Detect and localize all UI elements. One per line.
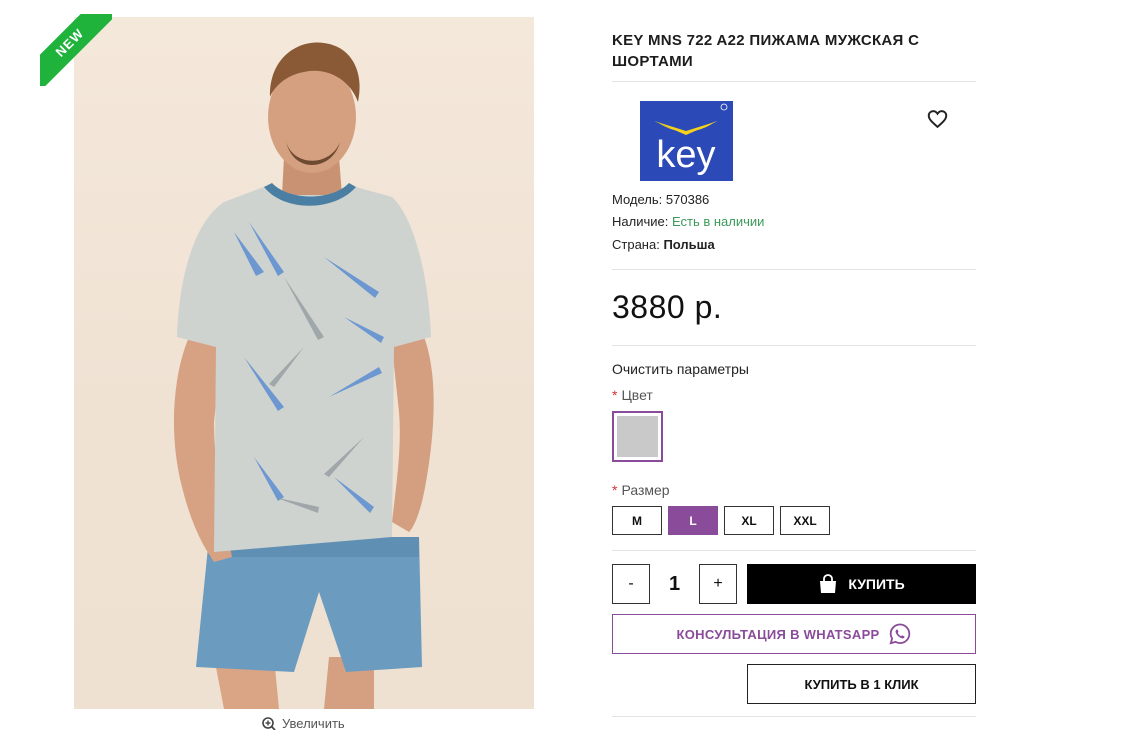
add-to-favorites-button[interactable]: [927, 109, 948, 129]
zoom-link[interactable]: Увеличить: [262, 716, 345, 730]
color-label: * Цвет: [612, 387, 653, 403]
heart-icon: [927, 110, 948, 129]
shopping-bag-icon: [820, 574, 837, 593]
color-swatch-fill: [617, 416, 658, 457]
quantity-input[interactable]: 1: [650, 564, 699, 604]
divider: [612, 269, 976, 270]
model-row: Модель: 570386: [612, 192, 709, 207]
size-label-text: Размер: [621, 482, 670, 498]
product-photo-illustration: [173, 42, 434, 709]
country-value: Польша: [663, 237, 715, 252]
brand-logo[interactable]: key: [640, 101, 733, 181]
product-image[interactable]: [74, 17, 534, 709]
country-row: Страна: Польша: [612, 237, 715, 252]
model-label: Модель:: [612, 192, 663, 207]
size-option-l[interactable]: L: [668, 506, 718, 535]
brand-logo-graphic: key: [654, 103, 728, 176]
divider: [612, 345, 976, 346]
color-label-text: Цвет: [621, 387, 653, 403]
availability-row: Наличие: Есть в наличии: [612, 214, 764, 229]
availability-value: Есть в наличии: [671, 214, 765, 229]
quantity-stepper: - 1 +: [612, 564, 737, 604]
zoom-in-icon: [262, 716, 276, 730]
divider: [612, 81, 976, 82]
product-price: 3880 р.: [612, 289, 723, 325]
size-label: * Размер: [612, 482, 670, 498]
required-mark: *: [612, 387, 618, 403]
whatsapp-consult-button[interactable]: КОНСУЛЬТАЦИЯ В WHATSAPP: [612, 614, 976, 654]
new-badge: NEW: [40, 14, 112, 86]
size-option-xl[interactable]: XL: [724, 506, 774, 535]
size-option-m[interactable]: M: [612, 506, 662, 535]
size-option-xxl[interactable]: XXL: [780, 506, 830, 535]
brand-logo-text: key: [656, 134, 715, 176]
availability-label: Наличие:: [612, 214, 669, 229]
divider: [612, 550, 976, 551]
divider: [612, 716, 976, 717]
required-mark: *: [612, 482, 618, 498]
zoom-label: Увеличить: [282, 716, 345, 730]
clear-options-link[interactable]: Очистить параметры: [612, 361, 749, 377]
whatsapp-button-label: КОНСУЛЬТАЦИЯ В WHATSAPP: [676, 626, 880, 642]
model-value: 570386: [665, 192, 710, 207]
whatsapp-icon: [889, 623, 910, 645]
buy-button-label: КУПИТЬ: [848, 576, 905, 592]
new-badge-label: NEW: [40, 14, 112, 86]
buy-one-click-button[interactable]: КУПИТЬ В 1 КЛИК: [747, 664, 976, 704]
quantity-decrease-button[interactable]: -: [612, 564, 650, 604]
size-options: M L XL XXL: [612, 506, 830, 535]
product-title: KEY MNS 722 A22 ПИЖАМА МУЖСКАЯ С ШОРТАМИ: [612, 32, 920, 70]
quantity-increase-button[interactable]: +: [699, 564, 737, 604]
buy-button[interactable]: КУПИТЬ: [747, 564, 976, 604]
color-swatch-grey[interactable]: [612, 411, 663, 462]
country-label: Страна:: [612, 237, 660, 252]
